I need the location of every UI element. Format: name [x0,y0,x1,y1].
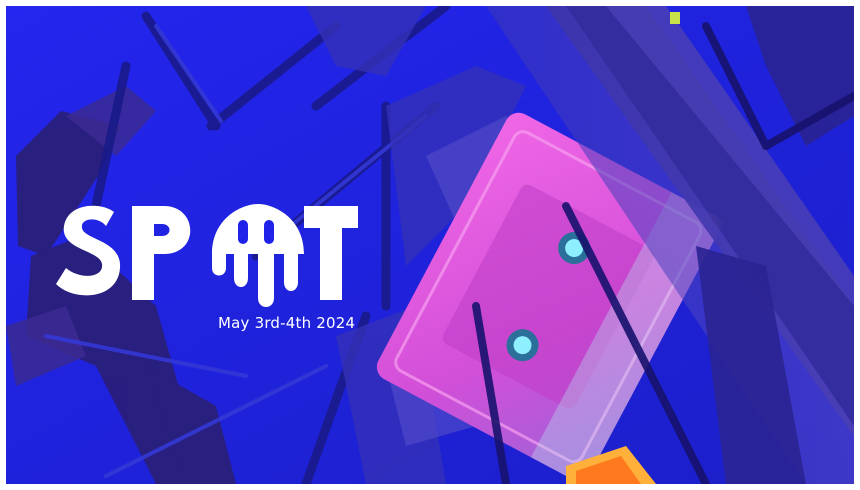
paint-drip-icon [212,204,304,307]
event-date: May 3rd-4th 2024 [218,314,356,332]
event-banner: May 3rd-4th 2024 [6,6,854,484]
spot-logo [56,204,358,307]
